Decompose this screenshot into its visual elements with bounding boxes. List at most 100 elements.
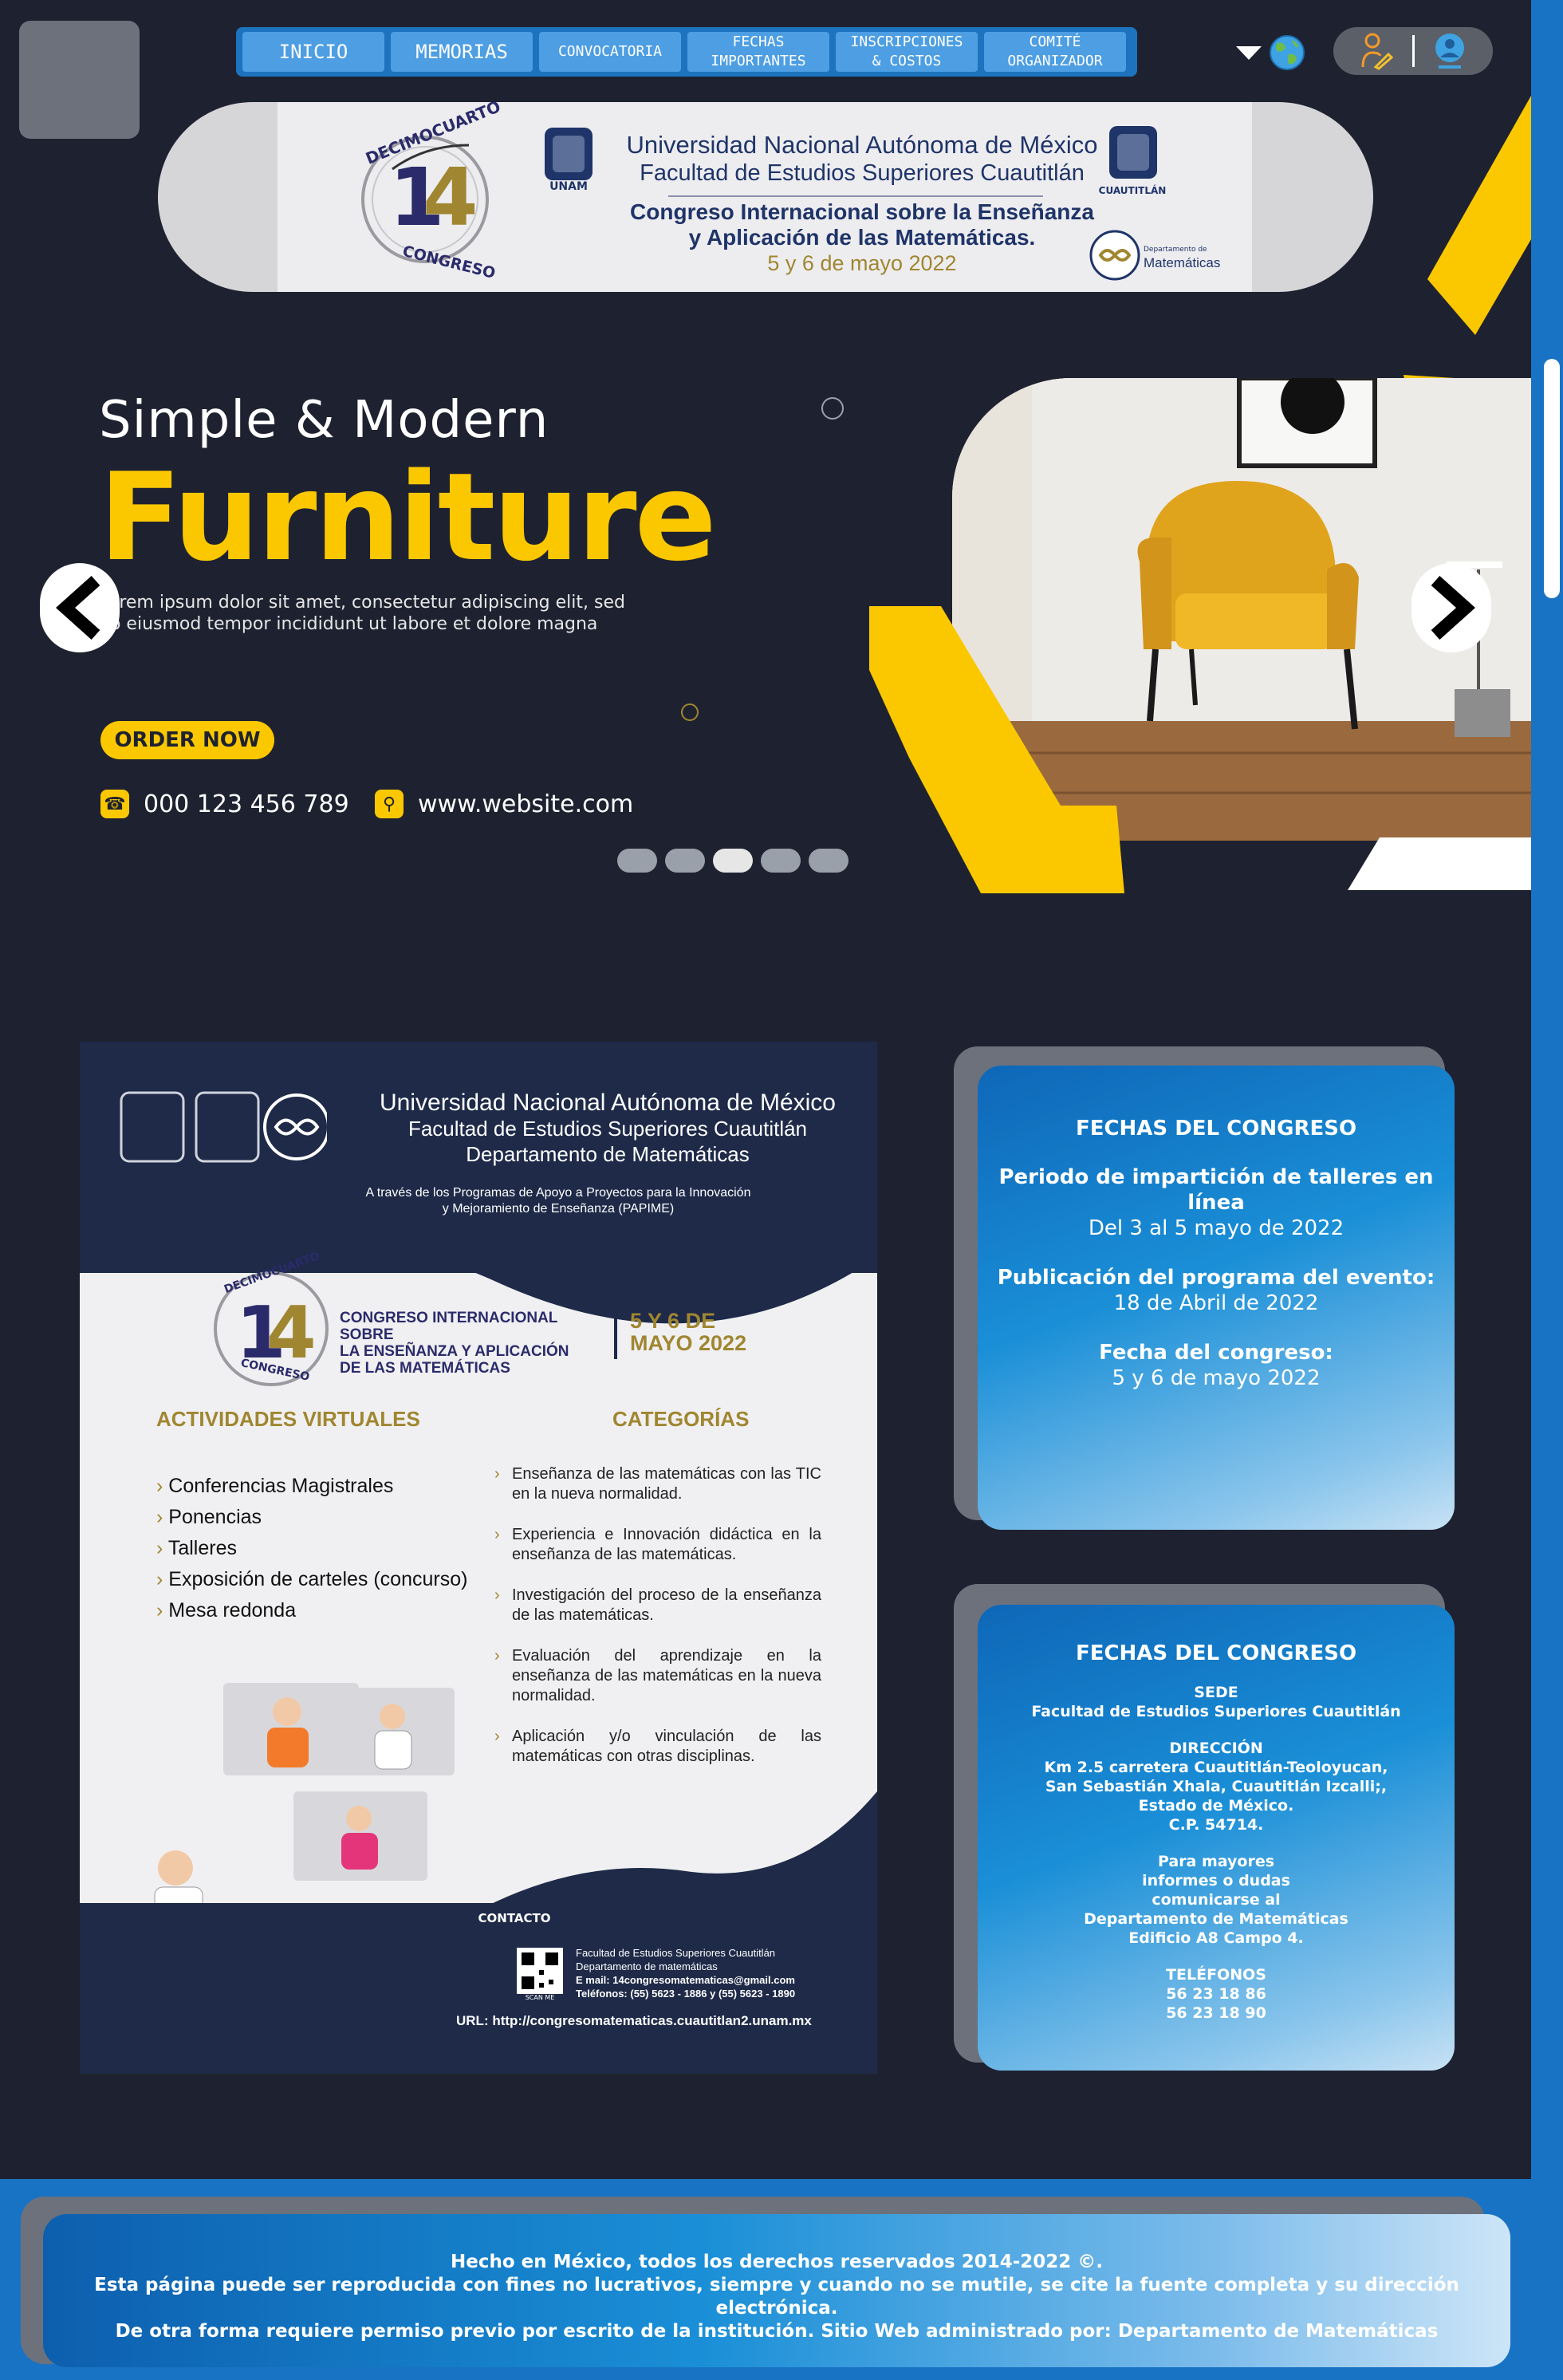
card2-sede: SEDE Facultad de Estudios Superiores Cua… xyxy=(978,1683,1455,1721)
account-icon[interactable] xyxy=(1434,32,1466,70)
nav-inscripciones-costos[interactable]: INSCRIPCIONES & COSTOS xyxy=(836,32,978,72)
banner-faculty: Facultad de Estudios Superiores Cuautitl… xyxy=(640,160,1085,186)
order-now-button[interactable]: ORDER NOW xyxy=(100,721,274,759)
poster-congress-title: CONGRESO INTERNACIONAL SOBRE LA ENSEÑANZ… xyxy=(340,1310,603,1377)
list-item: › Exposición de carteles (concurso) xyxy=(156,1568,468,1590)
card2-sede-label: SEDE xyxy=(1194,1684,1238,1701)
chevron-right-icon xyxy=(1431,576,1475,640)
user-edit-icon[interactable] xyxy=(1361,32,1393,70)
main-nav: INICIO MEMORIAS CONVOCATORIA FECHAS IMPO… xyxy=(236,27,1137,77)
poster-contact-line2: Departamento de matemáticas xyxy=(576,1960,718,1972)
decorative-circle-gold xyxy=(681,703,699,721)
poster-faculty: Facultad de Estudios Superiores Cuautitl… xyxy=(407,1117,808,1141)
unam-seal-icon xyxy=(545,128,593,180)
banner-university: Universidad Nacional Autónoma de México xyxy=(626,131,1098,159)
poster-contact-phones: Teléfonos: (55) 5623 - 1886 y (55) 5623 … xyxy=(576,1988,796,2000)
poster-url-link[interactable]: http://congresomatematicas.cuautitlan2.u… xyxy=(492,2013,812,2028)
card1-item-value: 18 de Abril de 2022 xyxy=(1113,1291,1319,1315)
poster-bottom-wave xyxy=(463,1791,877,1919)
card1-title: FECHAS DEL CONGRESO xyxy=(1075,1117,1357,1141)
cuautitlan-seal-icon xyxy=(1109,126,1157,179)
hero-phone: ☎ 000 123 456 789 xyxy=(100,790,349,818)
decorative-circle xyxy=(821,397,844,420)
nav-memorias[interactable]: MEMORIAS xyxy=(391,32,533,72)
hero-white-stripe xyxy=(1348,837,1531,890)
list-item: › Talleres xyxy=(156,1537,237,1559)
card2-info: Para mayores informes o dudas comunicars… xyxy=(1084,1853,1348,1947)
poster-activities-list: › Conferencias Magistrales › Ponencias ›… xyxy=(156,1471,467,1626)
card2-direccion-label: DIRECCIÓN xyxy=(1169,1740,1263,1757)
footer-line1: Hecho en México, todos los derechos rese… xyxy=(450,2252,1104,2272)
footer-line3: De otra forma requiere permiso previo po… xyxy=(115,2321,1439,2342)
nav-comite-organizador[interactable]: COMITÉ ORGANIZADOR xyxy=(984,32,1126,72)
card2-direccion-value: Km 2.5 carretera Cuautitlán-Teoloyucan, … xyxy=(1044,1759,1388,1834)
svg-text:4: 4 xyxy=(266,1291,317,1375)
congress-venue-card: FECHAS DEL CONGRESO SEDE Facultad de Est… xyxy=(978,1605,1455,2071)
list-item: › Investigación del proceso de la enseñan… xyxy=(494,1586,821,1624)
poster-department: Departamento de Matemáticas xyxy=(466,1142,750,1166)
poster-contact-details: Facultad de Estudios Superiores Cuautitl… xyxy=(576,1946,863,2000)
banner-dept-small: Departamento de xyxy=(1144,246,1207,254)
hero-yellow-chevron xyxy=(869,606,1124,893)
carousel-next-button[interactable] xyxy=(1411,563,1491,652)
carousel-dot-1[interactable] xyxy=(617,849,657,873)
banner-body: 1 4 DECIMOCUARTO CONGRESO UNAM Universid… xyxy=(278,102,1252,292)
hero-text: Simple & Modern Furniture Lorem ipsum do… xyxy=(99,391,817,635)
site-logo-placeholder[interactable] xyxy=(19,21,140,139)
card2-direccion: DIRECCIÓN Km 2.5 carretera Cuautitlán-Te… xyxy=(978,1739,1455,1834)
carousel-prev-button[interactable] xyxy=(40,563,120,652)
poster-congress-line3: DE LAS MATEMÁTICAS xyxy=(340,1360,510,1377)
nav-convocatoria[interactable]: CONVOCATORIA xyxy=(539,32,681,72)
carousel-dot-5[interactable] xyxy=(809,849,848,873)
banner-congress-line1: Congreso Internacional sobre la Enseñanz… xyxy=(630,199,1094,224)
nav-inicio[interactable]: INICIO xyxy=(242,32,384,72)
poster-congress-line2: LA ENSEÑANZA Y APLICACIÓN xyxy=(340,1343,569,1360)
poster-seals-icon xyxy=(120,1091,327,1163)
list-item: › Enseñanza de las matemáticas con las TI… xyxy=(494,1465,821,1503)
list-item: › Conferencias Magistrales xyxy=(156,1475,394,1497)
congress-dates-card: FECHAS DEL CONGRESO Periodo de impartici… xyxy=(978,1066,1455,1530)
poster-university: Universidad Nacional Autónoma de México xyxy=(380,1090,836,1116)
card2-telefonos: TELÉFONOS 56 23 18 86 56 23 18 90 xyxy=(978,1965,1455,2023)
poster-contact-title: CONTACTO xyxy=(478,1911,551,1925)
poster-contact-email: E mail: 14congresomatematicas@gmail.com xyxy=(576,1974,795,1986)
scrollbar-track[interactable] xyxy=(1531,0,1563,2380)
carousel-dot-2[interactable] xyxy=(665,849,705,873)
unam-label: UNAM xyxy=(549,180,588,193)
hero-title: Furniture xyxy=(99,447,717,588)
card1-item-value: 5 y 6 de mayo 2022 xyxy=(1112,1366,1321,1390)
card1-item-program: Publicación del programa del evento: 18 … xyxy=(978,1265,1455,1316)
banner-congress-line2: y Aplicación de las Matemáticas. xyxy=(688,225,1036,250)
card2-sede-value: Facultad de Estudios Superiores Cuautitl… xyxy=(1031,1703,1401,1720)
poster-categories-list: › Enseñanza de las matemáticas con las TI… xyxy=(494,1464,821,1767)
poster-dates: 5 Y 6 DE MAYO 2022 xyxy=(630,1310,746,1354)
qr-code-icon xyxy=(517,1948,563,1994)
card2-title: FECHAS DEL CONGRESO xyxy=(1075,1641,1357,1665)
card2-telefonos-label: TELÉFONOS xyxy=(1166,1966,1266,1984)
user-controls xyxy=(1333,27,1493,75)
poster-program-line1: A través de los Programas de Apoyo a Pro… xyxy=(365,1186,751,1200)
hero-website: ⚲ www.website.com xyxy=(375,790,633,818)
poster-program-line2: y Mejoramiento de Enseñanza (PAPIME) xyxy=(442,1202,675,1216)
poster-scan-label: SCAN ME xyxy=(525,1994,555,2001)
hero-phone-text: 000 123 456 789 xyxy=(144,790,349,818)
svg-text:4: 4 xyxy=(423,151,478,244)
congress-banner: 1 4 DECIMOCUARTO CONGRESO UNAM Universid… xyxy=(158,102,1373,292)
scrollbar-thumb[interactable] xyxy=(1544,359,1560,598)
hero-website-text[interactable]: www.website.com xyxy=(418,790,633,818)
carousel-dot-3[interactable] xyxy=(713,849,753,873)
carousel-dot-4[interactable] xyxy=(761,849,801,873)
card1-item-value: Del 3 al 5 mayo de 2022 xyxy=(1088,1216,1344,1240)
language-selector[interactable] xyxy=(1236,32,1313,73)
card1-item-congress: Fecha del congreso: 5 y 6 de mayo 2022 xyxy=(978,1340,1455,1391)
poster-contact-line1: Facultad de Estudios Superiores Cuautitl… xyxy=(576,1947,776,1959)
card1-item-label: Fecha del congreso: xyxy=(1099,1341,1333,1365)
nav-fechas-importantes[interactable]: FECHAS IMPORTANTES xyxy=(687,32,829,72)
link-icon: ⚲ xyxy=(375,790,404,818)
poster-date-line1: 5 Y 6 DE xyxy=(630,1309,716,1333)
banner-dept-big: Matemáticas xyxy=(1144,255,1221,270)
hero-subtitle: Simple & Modern xyxy=(99,391,549,450)
site-footer: Hecho en México, todos los derechos rese… xyxy=(43,2214,1510,2367)
caret-down-icon xyxy=(1236,45,1262,60)
list-item: › Mesa redonda xyxy=(156,1599,297,1621)
